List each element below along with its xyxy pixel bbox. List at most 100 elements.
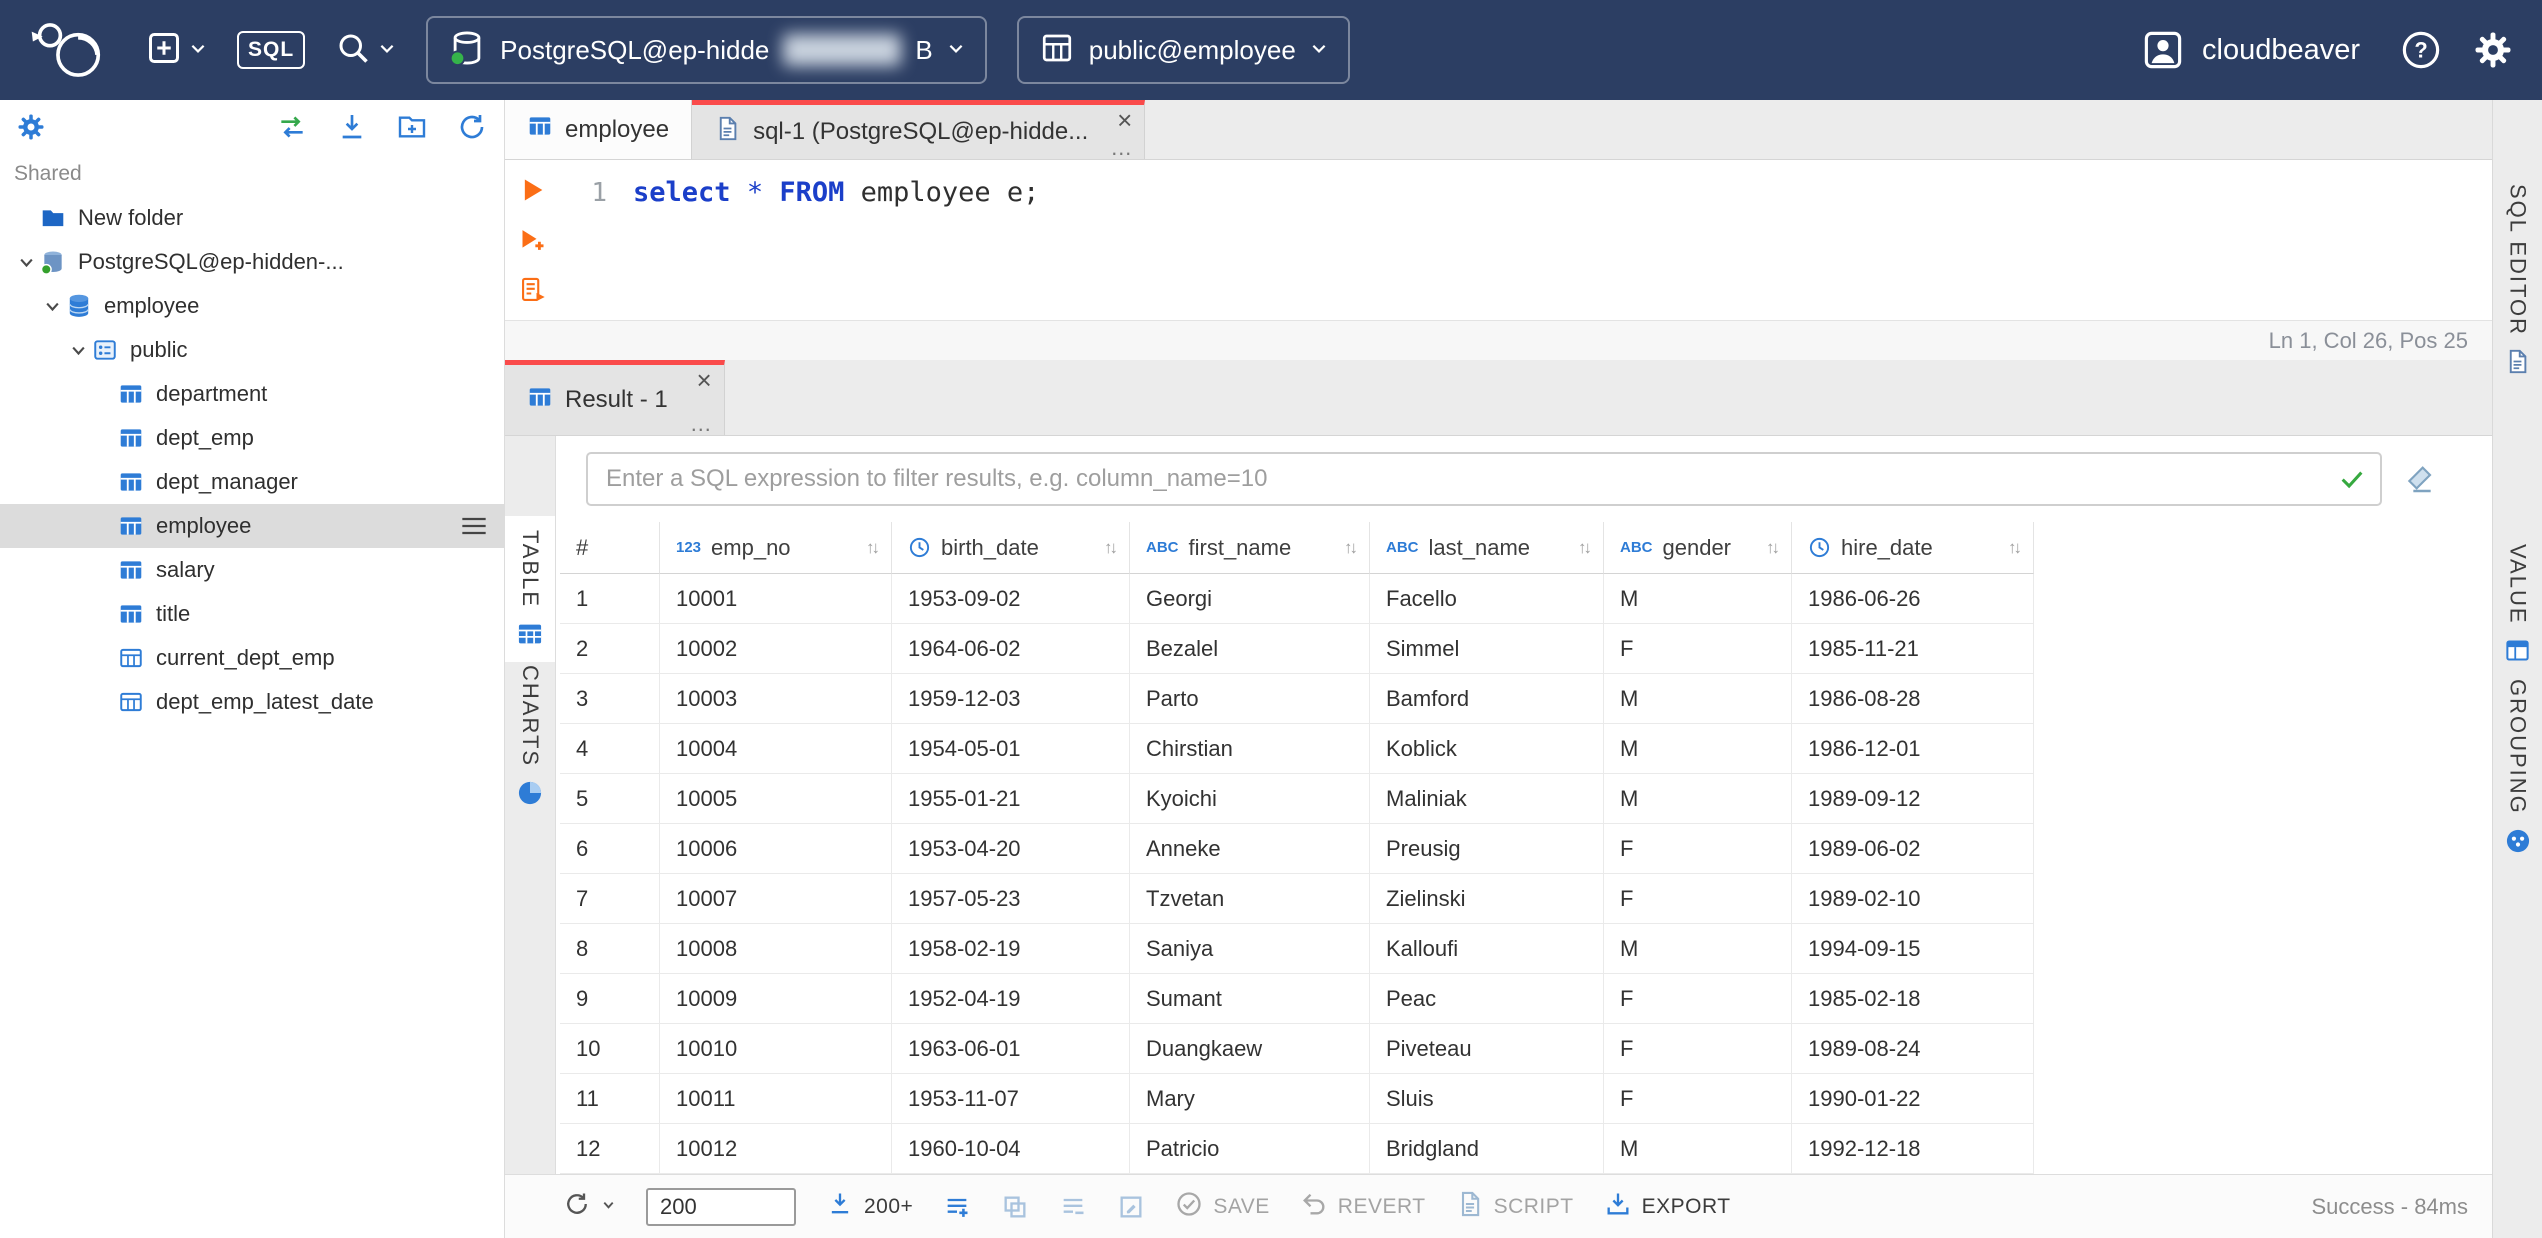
- data-cell[interactable]: M: [1604, 674, 1792, 724]
- tree-item[interactable]: salary: [0, 548, 504, 592]
- data-cell[interactable]: Kalloufi: [1370, 924, 1604, 974]
- vertical-tab-sql-editor[interactable]: SQL EDITOR: [2493, 170, 2542, 389]
- data-cell[interactable]: Koblick: [1370, 724, 1604, 774]
- tree-item[interactable]: New folder: [0, 196, 504, 240]
- row-number-cell[interactable]: 10: [560, 1024, 660, 1074]
- tree-item[interactable]: employee: [0, 504, 504, 548]
- data-cell[interactable]: Peac: [1370, 974, 1604, 1024]
- column-header[interactable]: #: [560, 522, 660, 574]
- execute-script-button[interactable]: [519, 276, 547, 304]
- user-account-icon[interactable]: [2142, 29, 2184, 71]
- navigator-settings-gear-icon[interactable]: [16, 112, 46, 142]
- data-cell[interactable]: Tzvetan: [1130, 874, 1370, 924]
- data-cell[interactable]: 10007: [660, 874, 892, 924]
- data-cell[interactable]: F: [1604, 1024, 1792, 1074]
- data-cell[interactable]: 1992-12-18: [1792, 1124, 2034, 1174]
- data-cell[interactable]: Preusig: [1370, 824, 1604, 874]
- refresh-results-button[interactable]: [563, 1190, 616, 1223]
- data-cell[interactable]: Facello: [1370, 574, 1604, 624]
- tree-item[interactable]: dept_emp_latest_date: [0, 680, 504, 724]
- sort-icon[interactable]: ↑↓: [2008, 538, 2023, 558]
- tree-item[interactable]: dept_manager: [0, 460, 504, 504]
- data-cell[interactable]: 1989-09-12: [1792, 774, 2034, 824]
- export-button[interactable]: EXPORT: [1604, 1190, 1731, 1223]
- data-cell[interactable]: Simmel: [1370, 624, 1604, 674]
- script-button[interactable]: SCRIPT: [1456, 1190, 1574, 1223]
- tab-menu-icon[interactable]: …: [1110, 137, 1132, 159]
- clear-filter-icon[interactable]: [2404, 463, 2436, 495]
- filter-input[interactable]: [586, 452, 2382, 506]
- delete-row-button[interactable]: [1059, 1193, 1087, 1221]
- data-cell[interactable]: Zielinski: [1370, 874, 1604, 924]
- expander-icon[interactable]: [92, 426, 116, 450]
- data-cell[interactable]: Saniya: [1130, 924, 1370, 974]
- sort-icon[interactable]: ↑↓: [1766, 538, 1781, 558]
- row-number-cell[interactable]: 7: [560, 874, 660, 924]
- tree-item[interactable]: department: [0, 372, 504, 416]
- page-size-input[interactable]: [646, 1187, 796, 1226]
- add-row-button[interactable]: [943, 1193, 971, 1221]
- row-number-cell[interactable]: 4: [560, 724, 660, 774]
- execute-query-button[interactable]: [519, 176, 547, 204]
- data-cell[interactable]: M: [1604, 574, 1792, 624]
- execute-new-tab-button[interactable]: [519, 226, 547, 254]
- row-number-cell[interactable]: 1: [560, 574, 660, 624]
- row-number-cell[interactable]: 9: [560, 974, 660, 1024]
- expander-icon[interactable]: [66, 338, 90, 362]
- data-cell[interactable]: 1953-09-02: [892, 574, 1130, 624]
- data-cell[interactable]: 10001: [660, 574, 892, 624]
- data-cell[interactable]: F: [1604, 874, 1792, 924]
- vertical-tab-grouping[interactable]: GROUPING: [2493, 665, 2542, 869]
- expander-icon[interactable]: [92, 602, 116, 626]
- tree-item[interactable]: employee: [0, 284, 504, 328]
- row-number-cell[interactable]: 5: [560, 774, 660, 824]
- editor-tab-2[interactable]: sql-1 (PostgreSQL@ep-hidde... × …: [692, 100, 1146, 159]
- data-cell[interactable]: 1963-06-01: [892, 1024, 1130, 1074]
- item-menu-icon[interactable]: [460, 515, 488, 537]
- data-cell[interactable]: 10002: [660, 624, 892, 674]
- data-cell[interactable]: Bezalel: [1130, 624, 1370, 674]
- data-cell[interactable]: 1985-02-18: [1792, 974, 2034, 1024]
- data-cell[interactable]: F: [1604, 974, 1792, 1024]
- data-cell[interactable]: Chirstian: [1130, 724, 1370, 774]
- data-cell[interactable]: Bamford: [1370, 674, 1604, 724]
- fetch-more-button[interactable]: 200+: [826, 1190, 913, 1223]
- result-tab[interactable]: Result - 1 × …: [505, 360, 725, 435]
- data-cell[interactable]: 1953-11-07: [892, 1074, 1130, 1124]
- tree-item[interactable]: title: [0, 592, 504, 636]
- data-cell[interactable]: 1964-06-02: [892, 624, 1130, 674]
- data-cell[interactable]: Duangkaew: [1130, 1024, 1370, 1074]
- data-cell[interactable]: Piveteau: [1370, 1024, 1604, 1074]
- data-cell[interactable]: 1986-08-28: [1792, 674, 2034, 724]
- schema-selector[interactable]: public@employee: [1016, 16, 1350, 84]
- refresh-tree-icon[interactable]: [456, 111, 488, 143]
- data-cell[interactable]: Kyoichi: [1130, 774, 1370, 824]
- data-cell[interactable]: 1990-01-22: [1792, 1074, 2034, 1124]
- sort-icon[interactable]: ↑↓: [866, 538, 881, 558]
- add-folder-icon[interactable]: [396, 111, 428, 143]
- data-cell[interactable]: 1954-05-01: [892, 724, 1130, 774]
- close-tab-icon[interactable]: ×: [1117, 107, 1132, 133]
- data-cell[interactable]: 1985-11-21: [1792, 624, 2034, 674]
- connection-selector[interactable]: PostgreSQL@ep-hidde B: [426, 16, 987, 84]
- data-cell[interactable]: Mary: [1130, 1074, 1370, 1124]
- expander-icon[interactable]: [14, 206, 38, 230]
- row-number-cell[interactable]: 12: [560, 1124, 660, 1174]
- row-number-cell[interactable]: 2: [560, 624, 660, 674]
- vertical-tab-value[interactable]: VALUE: [2493, 530, 2542, 678]
- data-cell[interactable]: 1953-04-20: [892, 824, 1130, 874]
- data-cell[interactable]: Patricio: [1130, 1124, 1370, 1174]
- expander-icon[interactable]: [92, 382, 116, 406]
- data-cell[interactable]: M: [1604, 924, 1792, 974]
- data-cell[interactable]: 1989-06-02: [1792, 824, 2034, 874]
- tree-item[interactable]: PostgreSQL@ep-hidden-...: [0, 240, 504, 284]
- tree-item[interactable]: dept_emp: [0, 416, 504, 460]
- data-cell[interactable]: 10004: [660, 724, 892, 774]
- data-cell[interactable]: F: [1604, 824, 1792, 874]
- save-button[interactable]: SAVE: [1175, 1190, 1269, 1223]
- data-cell[interactable]: 1994-09-15: [1792, 924, 2034, 974]
- sort-icon[interactable]: ↑↓: [1344, 538, 1359, 558]
- data-cell[interactable]: F: [1604, 624, 1792, 674]
- column-header[interactable]: ABC first_name ↑↓: [1130, 522, 1370, 574]
- data-cell[interactable]: 10008: [660, 924, 892, 974]
